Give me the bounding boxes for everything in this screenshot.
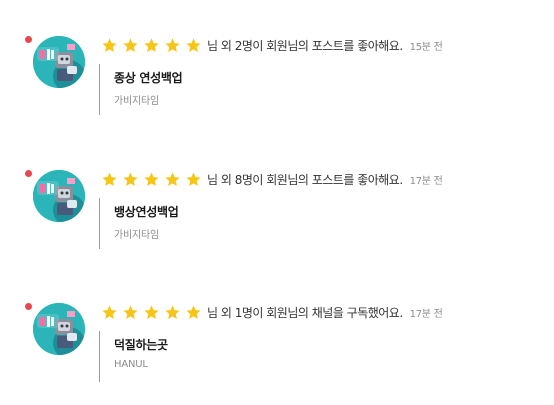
post-author: 가비지타임: [114, 96, 159, 107]
star-icon: [165, 304, 180, 319]
notification-headline: 님 외 8명이 회원님의 포스트를 좋아해요. 17분 전: [101, 169, 443, 189]
notification-time: 17분 전: [409, 308, 443, 320]
star-icon: [186, 171, 201, 186]
notification-message: 님 외 8명이 회원님의 포스트를 좋아해요.: [207, 172, 403, 187]
post-title: 덕질하는곳: [114, 338, 168, 352]
star-icon: [186, 304, 201, 319]
star-icon: [144, 171, 159, 186]
notification-headline: 님 외 1명이 회원님의 채널을 구독했어요. 17분 전: [101, 302, 443, 322]
post-preview[interactable]: 종상 연성백업 가비지타임: [99, 64, 183, 115]
avatar[interactable]: [33, 170, 85, 222]
notification-headline: 님 외 2명이 회원님의 포스트를 좋아해요. 15분 전: [101, 35, 443, 55]
unread-dot-icon: [25, 303, 32, 310]
star-icon: [123, 304, 138, 319]
star-icon: [144, 37, 159, 52]
notification-message: 님 외 2명이 회원님의 포스트를 좋아해요.: [207, 38, 403, 53]
star-icon: [165, 171, 180, 186]
notification-item[interactable]: 님 외 1명이 회원님의 채널을 구독했어요. 17분 전 덕질하는곳 HANU…: [0, 302, 554, 402]
avatar[interactable]: [33, 303, 85, 355]
star-icon: [123, 37, 138, 52]
unread-dot-icon: [25, 170, 32, 177]
post-author: 가비지타임: [114, 230, 159, 241]
notification-time: 17분 전: [409, 175, 443, 187]
star-icon: [102, 37, 117, 52]
rating-stars: [101, 169, 206, 189]
star-icon: [144, 304, 159, 319]
star-icon: [123, 171, 138, 186]
star-icon: [186, 37, 201, 52]
avatar[interactable]: [33, 36, 85, 88]
post-preview[interactable]: 덕질하는곳 HANUL: [99, 331, 168, 382]
notification-time: 15분 전: [409, 41, 443, 53]
rating-stars: [101, 302, 206, 322]
notification-message: 님 외 1명이 회원님의 채널을 구독했어요.: [207, 305, 403, 320]
post-preview[interactable]: 뱅상연성백업 가비지타임: [99, 198, 179, 249]
star-icon: [102, 304, 117, 319]
notification-item[interactable]: 님 외 8명이 회원님의 포스트를 좋아해요. 17분 전 뱅상연성백업 가비지…: [0, 169, 554, 269]
post-author: HANUL: [114, 359, 148, 370]
star-icon: [165, 37, 180, 52]
post-title: 종상 연성백업: [114, 71, 183, 85]
notification-item[interactable]: 님 외 2명이 회원님의 포스트를 좋아해요. 15분 전 종상 연성백업 가비…: [0, 35, 554, 135]
rating-stars: [101, 35, 206, 55]
post-title: 뱅상연성백업: [114, 205, 179, 219]
unread-dot-icon: [25, 36, 32, 43]
star-icon: [102, 171, 117, 186]
